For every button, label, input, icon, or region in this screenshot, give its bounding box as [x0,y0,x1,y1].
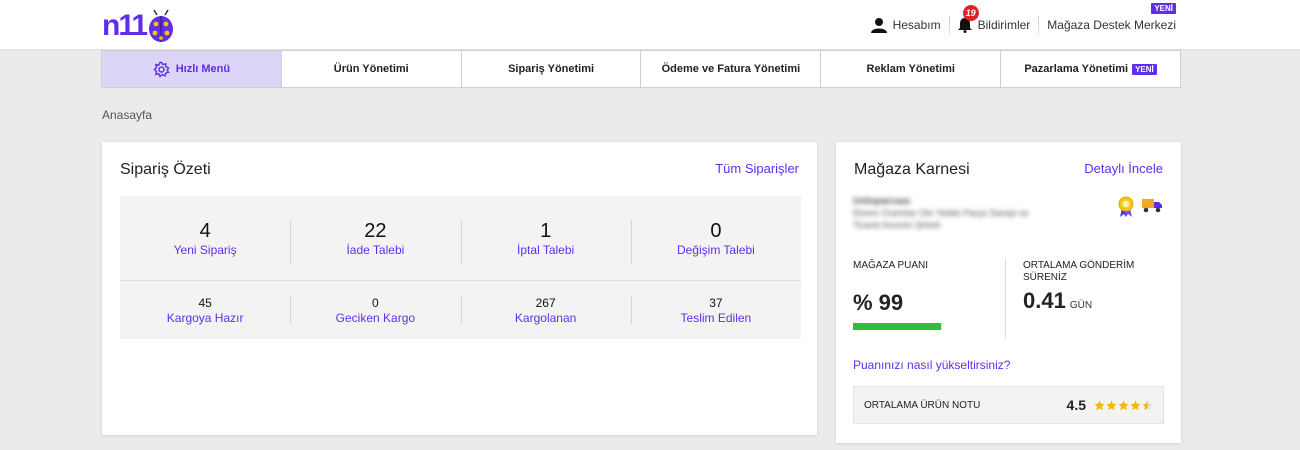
rating-stars [1094,399,1153,411]
gear-icon [153,61,170,78]
stat-exchange-requests[interactable]: 0 Değişim Talebi [630,196,801,280]
logo-text: n11 [102,9,148,42]
rating-value: 4.5 [1066,397,1086,413]
nav-label: Ürün Yönetimi [333,63,409,75]
stat-return-requests[interactable]: 22 İade Talebi [290,196,460,280]
card-title: Sipariş Özeti [120,161,211,178]
header-actions: Hesabım 19 Bildirimler Mağaza Destek Mer… [870,0,1176,50]
account-label: Hesabım [892,18,941,32]
nav-label: Ödeme ve Fatura Yönetimi [661,63,801,75]
nav-label: Reklam Yönetimi [866,63,955,75]
star-icon [1106,399,1117,410]
card-title: Mağaza Karnesi [854,161,970,178]
nav-marketing-management[interactable]: Pazarlama Yönetimi YENİ [1001,50,1181,88]
order-stats: 4 Yeni Sipariş 22 İade Talebi 1 İptal Ta… [120,196,801,339]
nav-order-management[interactable]: Sipariş Yönetimi [461,50,642,88]
stat-value: 0 [710,219,722,242]
store-name: Unluparcası [853,196,911,207]
shipping-time-value-row: 0.41 GÜN [1023,288,1173,314]
shipping-time-unit: GÜN [1069,300,1093,311]
store-score-progress-fill [853,323,942,330]
store-company: Ekrem Orantılar Oto Yedek Parça Sanayi v… [853,208,1029,230]
stat-value: 37 [709,296,723,310]
fast-shipping-truck-icon [1142,199,1162,213]
nav-label: Hızlı Menü [175,63,231,75]
rating-caption: ORTALAMA ÜRÜN NOTU [864,399,981,411]
nav-ad-management[interactable]: Reklam Yönetimi [821,50,1002,88]
nav-payment-invoice[interactable]: Ödeme ve Fatura Yönetimi [641,50,822,88]
stat-delivered[interactable]: 37 Teslim Edilen [630,282,801,339]
shipping-time-block: ORTALAMA GÖNDERİM SÜRENİZ 0.41 GÜN [1023,260,1173,314]
support-label: Mağaza Destek Merkezi [1047,18,1176,32]
all-orders-link[interactable]: Tüm Siparişler [715,161,799,176]
nav-product-management[interactable]: Ürün Yönetimi [281,50,462,88]
store-report-card: Mağaza Karnesi Detaylı İncele Unluparcas… [836,142,1181,443]
score-divider [1005,258,1006,338]
n11-logo[interactable]: n11 [102,7,175,45]
header-divider [948,16,950,34]
stat-value: 0 [372,296,379,310]
store-name-blurred: Unluparcası Ekrem Orantılar Oto Yedek Pa… [853,196,1033,231]
stat-value: 22 [364,219,387,242]
store-badges [1117,196,1163,218]
ladybug-logo-icon [149,9,174,42]
store-score-progress [853,323,942,330]
new-badge: YENİ [1151,3,1176,14]
notification-count-badge: 19 [962,5,979,21]
stat-label: Yeni Sipariş [173,242,237,257]
store-score-value: % 99 [853,290,904,315]
stat-label: Teslim Edilen [680,311,752,325]
stat-value: 4 [199,219,211,242]
stat-delayed-shipping[interactable]: 0 Geciken Kargo [290,282,460,339]
support-center-link[interactable]: Mağaza Destek Merkezi YENİ [1047,3,1176,32]
store-score-block: MAĞAZA PUANI % 99 [853,260,1003,330]
store-score-caption: MAĞAZA PUANI [853,260,929,271]
stat-label: İade Talebi [346,242,405,257]
stat-label: İptal Talebi [517,242,575,257]
nav-label: Pazarlama Yönetimi [1024,63,1129,75]
stat-new-orders[interactable]: 4 Yeni Sipariş [120,196,290,280]
stat-value: 1 [540,219,552,242]
top-header: n11 Hesabım 19 Bildirimler Mağaza Destek… [0,0,1300,50]
star-icon [1130,399,1141,410]
stat-value: 267 [535,296,556,310]
order-summary-card: Sipariş Özeti Tüm Siparişler 4 Yeni Sipa… [102,142,817,435]
stat-ready-to-ship[interactable]: 45 Kargoya Hazır [120,282,290,339]
user-icon [870,17,887,33]
award-medal-icon [1118,196,1134,217]
secondary-stats-row: 45 Kargoya Hazır 0 Geciken Kargo 267 Kar… [120,282,801,339]
shipping-time-value: 0.41 [1023,288,1066,313]
star-icon [1118,399,1129,410]
nav-label: Sipariş Yönetimi [508,63,595,75]
star-icon [1142,399,1153,410]
primary-stats-row: 4 Yeni Sipariş 22 İade Talebi 1 İptal Ta… [120,196,801,281]
shipping-time-caption: ORTALAMA GÖNDERİM SÜRENİZ [1023,260,1135,283]
improve-score-link[interactable]: Puanınızı nasıl yükseltirsiniz? [853,358,1010,372]
new-badge: YENİ [1132,63,1157,75]
stat-cancel-requests[interactable]: 1 İptal Talebi [460,196,631,280]
notifications-label: Bildirimler [977,18,1031,32]
detail-link[interactable]: Detaylı İncele [1084,161,1163,176]
stat-shipped[interactable]: 267 Kargolanan [460,282,631,339]
nav-quick-menu[interactable]: Hızlı Menü [101,50,282,88]
stat-label: Değişim Talebi [676,242,755,257]
stat-label: Kargolanan [514,311,577,325]
stat-label: Kargoya Hazır [166,311,244,325]
stat-label: Geciken Kargo [335,311,416,325]
stat-value: 45 [198,296,212,310]
main-nav: Hızlı Menü Ürün Yönetimi Sipariş Yönetim… [101,50,1181,88]
avg-product-rating: ORTALAMA ÜRÜN NOTU 4.5 [853,386,1164,424]
header-divider [1038,16,1040,34]
breadcrumb[interactable]: Anasayfa [102,108,152,122]
star-icon [1094,399,1105,410]
account-link[interactable]: Hesabım [870,17,941,33]
notifications-link[interactable]: 19 Bildirimler [957,5,1031,33]
